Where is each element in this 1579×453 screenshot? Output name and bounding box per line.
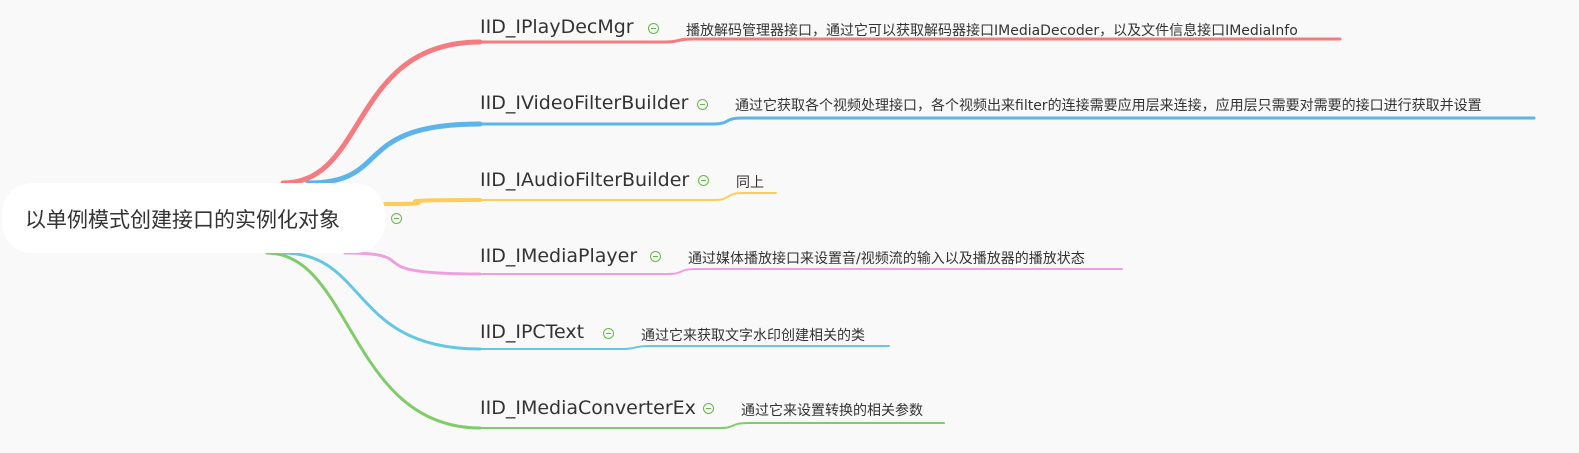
branch-iplaydecmgr-note[interactable]: 播放解码管理器接口，通过它可以获取解码器接口IMediaDecoder，以及文件… [686,20,1298,40]
branch-iplaydecmgr-label[interactable]: IID_IPlayDecMgr [480,16,634,38]
branch-ipctext-note[interactable]: 通过它来获取文字水印创建相关的类 [641,325,865,345]
branch-ivideofilterbuilder-collapse-icon[interactable] [697,99,708,110]
branch-imediaplayer-note[interactable]: 通过媒体播放接口来设置音/视频流的输入以及播放器的播放状态 [688,248,1085,268]
branch-iplaydecmgr-collapse-icon[interactable] [648,23,659,34]
connector-trunk-iaudiofilterbuilder [383,198,482,206]
branch-iaudiofilterbuilder-label[interactable]: IID_IAudioFilterBuilder [480,169,689,191]
root-node-label: 以单例模式创建接口的实例化对象 [25,208,340,232]
branch-ivideofilterbuilder-label[interactable]: IID_IVideoFilterBuilder [480,92,688,114]
branch-iaudiofilterbuilder-collapse-icon[interactable] [698,175,709,186]
branch-imediaconverterex-note[interactable]: 通过它来设置转换的相关参数 [741,400,923,420]
connector-trunk-ipctext [281,251,482,351]
connector-trunk-imediaconverterex [265,251,482,430]
branch-ipctext-collapse-icon[interactable] [603,328,614,339]
branch-ivideofilterbuilder-note[interactable]: 通过它获取各个视频处理接口，各个视频出来filter的连接需要应用层来连接，应用… [735,95,1482,115]
branch-imediaconverterex-collapse-icon[interactable] [703,403,714,414]
branch-imediaplayer-label[interactable]: IID_IMediaPlayer [480,245,637,267]
branch-ipctext-label[interactable]: IID_IPCText [480,321,584,343]
branch-imediaconverterex-label[interactable]: IID_IMediaConverterEx [480,397,696,419]
connector-trunk-iplaydecmgr [280,39,483,186]
connector-trunk-ivideofilterbuilder [305,121,483,186]
connector-trunk-imediaplayer [343,251,482,276]
root-collapse-icon[interactable] [391,213,402,224]
branch-imediaplayer-collapse-icon[interactable] [650,251,661,262]
branch-iaudiofilterbuilder-note[interactable]: 同上 [736,172,764,192]
